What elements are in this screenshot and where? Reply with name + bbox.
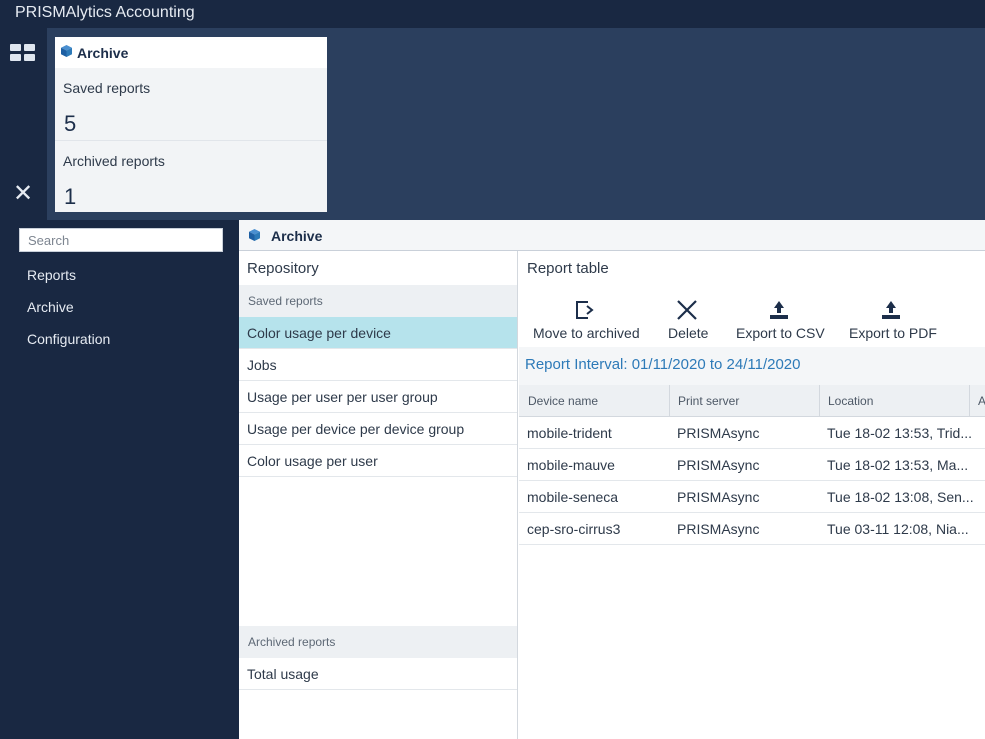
list-item-label: Jobs (247, 357, 277, 373)
search-input[interactable] (19, 228, 223, 252)
move-to-archived-button[interactable]: Move to archived (529, 285, 647, 347)
list-item[interactable]: Color usage per device (239, 317, 517, 349)
repository-title: Repository (247, 260, 319, 277)
list-item[interactable]: Color usage per user (239, 445, 517, 477)
cell-print-server: PRISMAsync (677, 457, 760, 473)
column-separator[interactable] (969, 385, 970, 416)
main-panel: Archive Repository Saved reports Color u… (239, 220, 985, 739)
section-label: Saved reports (248, 294, 323, 308)
cell-print-server: PRISMAsync (677, 425, 760, 441)
table-row[interactable]: mobile-mauve PRISMAsync Tue 18-02 13:53,… (519, 449, 985, 481)
saved-reports-header: Saved reports (239, 285, 517, 317)
list-item-label: Color usage per device (247, 325, 391, 341)
nav-item-configuration[interactable]: Configuration (27, 331, 110, 347)
title-bar: PRISMAlytics Accounting (0, 0, 985, 28)
repository-pane: Repository Saved reports Color usage per… (239, 251, 518, 739)
cell-print-server: PRISMAsync (677, 489, 760, 505)
saved-reports-count: 5 (64, 111, 77, 136)
section-label: Archived reports (248, 635, 336, 649)
column-header-device-name[interactable]: Device name (528, 394, 598, 408)
column-header-truncated[interactable]: A (978, 394, 985, 408)
table-header: Device name Print server Location A (519, 385, 985, 417)
tile-title: Archive (77, 45, 129, 61)
list-item[interactable]: Usage per user per user group (239, 381, 517, 413)
tile-divider (55, 140, 327, 141)
cell-location: Tue 18-02 13:08, Sen... (827, 489, 974, 505)
list-item-label: Usage per user per user group (247, 389, 438, 405)
report-interval: Report Interval: 01/11/2020 to 24/11/202… (525, 356, 801, 373)
export-icon (882, 301, 900, 319)
saved-reports-label: Saved reports (63, 80, 151, 96)
export-icon (770, 301, 788, 319)
archived-reports-label: Archived reports (63, 153, 165, 169)
cell-device-name: mobile-mauve (527, 457, 615, 473)
export-csv-button[interactable]: Export to CSV (733, 285, 825, 347)
cell-location: Tue 18-02 13:53, Trid... (827, 425, 973, 441)
cell-device-name: cep-sro-cirrus3 (527, 521, 621, 537)
report-pane: Report table Move to archived Delete Exp… (519, 251, 985, 739)
list-item-label: Usage per device per device group (247, 421, 465, 437)
column-separator[interactable] (819, 385, 820, 416)
table-row[interactable]: cep-sro-cirrus3 PRISMAsync Tue 03-11 12:… (519, 513, 985, 545)
archived-reports-count: 1 (64, 184, 77, 209)
list-item[interactable]: Jobs (239, 349, 517, 381)
archive-cube-icon (249, 229, 260, 241)
list-item-label: Color usage per user (247, 453, 378, 469)
tool-label: Move to archived (533, 325, 640, 341)
move-to-archived-icon (576, 301, 594, 319)
archive-tile[interactable]: Archive Saved reports 5 Archived reports… (55, 37, 327, 212)
column-header-location[interactable]: Location (828, 394, 873, 408)
column-separator[interactable] (669, 385, 670, 416)
tool-label: Export to PDF (849, 325, 937, 341)
list-item[interactable]: Total usage (239, 658, 517, 690)
cell-location: Tue 03-11 12:08, Nia... (827, 521, 969, 537)
tool-label: Delete (668, 325, 709, 341)
cell-device-name: mobile-seneca (527, 489, 619, 505)
archived-reports-header: Archived reports (239, 626, 517, 658)
nav-item-reports[interactable]: Reports (27, 267, 76, 283)
page-title: Archive (271, 228, 323, 244)
tool-label: Export to CSV (736, 325, 825, 341)
list-item-label: Total usage (247, 666, 319, 682)
archive-cube-icon (61, 45, 72, 57)
report-title: Report table (527, 260, 609, 277)
report-interval-band: Report Interval: 01/11/2020 to 24/11/202… (519, 347, 985, 385)
list-item[interactable]: Usage per device per device group (239, 413, 517, 445)
nav-item-archive[interactable]: Archive (27, 299, 74, 315)
cell-location: Tue 18-02 13:53, Ma... (827, 457, 969, 473)
cell-device-name: mobile-trident (527, 425, 612, 441)
table-row[interactable]: mobile-seneca PRISMAsync Tue 18-02 13:08… (519, 481, 985, 513)
cell-print-server: PRISMAsync (677, 521, 760, 537)
app-title: PRISMAlytics Accounting (15, 4, 195, 21)
report-toolbar: Move to archived Delete Export to CSV Ex… (519, 285, 985, 347)
export-pdf-button[interactable]: Export to PDF (845, 285, 937, 347)
main-header: Archive (239, 220, 985, 251)
column-header-print-server[interactable]: Print server (678, 394, 739, 408)
delete-button[interactable]: Delete (659, 285, 719, 347)
grid-icon[interactable] (10, 44, 36, 62)
table-row[interactable]: mobile-trident PRISMAsync Tue 18-02 13:5… (519, 417, 985, 449)
delete-icon (677, 300, 697, 320)
tile-header: Archive (55, 37, 327, 68)
close-icon[interactable]: ✕ (12, 182, 34, 206)
